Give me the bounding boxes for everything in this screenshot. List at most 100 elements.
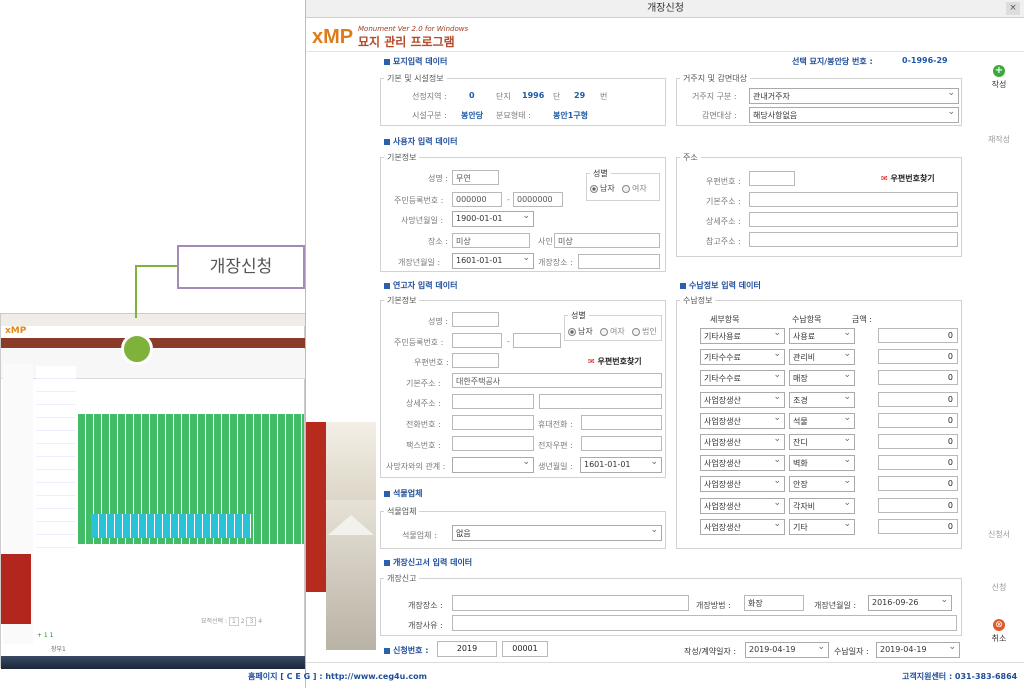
callout-line-v — [135, 266, 137, 318]
bg-count: + 1 1 — [37, 632, 54, 639]
close-button[interactable]: × — [1006, 2, 1020, 15]
payment-detail-select[interactable]: 사업장생산 — [700, 497, 785, 514]
reduction-select[interactable]: 해당사항없음 — [749, 107, 959, 123]
cancel-button[interactable]: ⊗ 취소 — [982, 619, 1016, 644]
app-no-year-input[interactable]: 2019 — [437, 641, 497, 657]
payment-item-select[interactable]: 사용료 — [789, 328, 855, 344]
user-zip-button[interactable]: ✉ 우편번호찾기 — [881, 173, 935, 184]
relation-gender-female[interactable]: 여자 — [600, 326, 625, 337]
payment-item-select[interactable]: 잔디 — [789, 434, 855, 450]
bg-tab[interactable]: 장부1 — [51, 644, 66, 653]
relation-rrn1-input[interactable] — [452, 333, 502, 348]
report-reason-input[interactable] — [452, 615, 957, 631]
bg-taskbar — [1, 656, 306, 669]
relation-rrn2-input[interactable] — [513, 333, 561, 348]
user-death-label: 사망년월일 : — [401, 216, 444, 225]
relation-detail2-input[interactable] — [539, 394, 662, 409]
receipt-date-picker[interactable]: 2019-04-19 — [876, 642, 960, 658]
user-rrn2-input[interactable]: 0000000 — [513, 192, 563, 207]
bg-page-2[interactable]: 2 — [241, 618, 245, 625]
relation-phone-input[interactable] — [452, 415, 534, 430]
bg-page-1[interactable]: 1 — [228, 617, 239, 626]
report-place-input[interactable] — [452, 595, 689, 611]
relation-birth-date[interactable]: 1601-01-01 — [580, 457, 662, 473]
relation-gender-corp[interactable]: 법인 — [632, 326, 657, 337]
payment-item-select[interactable]: 매장 — [789, 370, 855, 387]
relation-email-input[interactable] — [581, 436, 662, 451]
user-name-input[interactable]: 무연 — [452, 170, 499, 185]
rewrite-button[interactable]: 재작성 — [982, 134, 1016, 145]
relation-detail-input[interactable] — [452, 394, 534, 409]
stone-company-select[interactable]: 없음 — [452, 525, 662, 541]
payment-detail-select[interactable]: 기타수수료 — [700, 349, 785, 366]
relation-addr-input[interactable]: 대한주택공사 — [452, 373, 662, 388]
user-cause-input[interactable]: 미상 — [554, 233, 660, 248]
bg-tree — [36, 366, 76, 551]
radio-icon — [590, 184, 598, 193]
write-button[interactable]: + 작성 — [982, 65, 1016, 90]
user-rrn1-input[interactable]: 000000 — [452, 192, 502, 207]
app-no-seq-input[interactable]: 00001 — [502, 641, 548, 657]
relation-rrn-label: 주민등록번호 : — [394, 338, 444, 347]
payment-amount-input[interactable]: 0 — [878, 412, 958, 428]
payment-amount-input[interactable]: 0 — [878, 497, 958, 513]
relation-relation-select[interactable] — [452, 457, 534, 473]
bg-page-3[interactable]: 3 — [246, 617, 257, 626]
bg-left-redstrip — [1, 554, 31, 624]
payment-detail-select[interactable]: 사업장생산 — [700, 434, 785, 450]
contract-date-picker[interactable]: 2019-04-19 — [745, 642, 829, 658]
relation-fax-input[interactable] — [452, 436, 534, 451]
relation-male-label: 남자 — [578, 327, 593, 336]
payment-amount-input[interactable]: 0 — [878, 328, 958, 343]
user-gender-title: 성별 — [590, 168, 611, 179]
payment-detail-select[interactable]: 사업장생산 — [700, 518, 785, 535]
user-burial-input[interactable]: 미상 — [452, 233, 530, 248]
residence-select[interactable]: 관내거주자 — [749, 88, 959, 104]
payment-detail-select[interactable]: 사업장생산 — [700, 476, 785, 493]
payment-item-select[interactable]: 벽화 — [789, 455, 855, 472]
relation-gender-male[interactable]: 남자 — [568, 326, 593, 337]
relation-mobile-input[interactable] — [581, 415, 662, 430]
apply-button[interactable]: 신청 — [982, 582, 1016, 593]
payment-amount-input[interactable]: 0 — [878, 391, 958, 407]
payment-detail-select[interactable]: 사업장생산 — [700, 391, 785, 408]
user-ref-input[interactable] — [749, 232, 958, 247]
user-open-date[interactable]: 1601-01-01 — [452, 253, 534, 269]
payment-amount-input[interactable]: 0 — [878, 349, 958, 365]
payment-detail-select[interactable]: 기타사용료 — [700, 328, 785, 344]
payment-detail-select[interactable]: 기타수수료 — [700, 370, 785, 387]
user-addr-label: 기본주소 : — [706, 197, 741, 206]
dialog-titlebar: 개장신청 — [306, 0, 1024, 18]
payment-amount-input[interactable]: 0 — [878, 370, 958, 386]
payment-item-select[interactable]: 안장 — [789, 476, 855, 493]
apply-doc-button[interactable]: 신청서 — [982, 529, 1016, 540]
payment-detail-select[interactable]: 사업장생산 — [700, 455, 785, 472]
male-label: 남자 — [600, 184, 615, 193]
user-detail-input[interactable] — [749, 212, 958, 227]
payment-item-select[interactable]: 조경 — [789, 391, 855, 408]
report-method-input[interactable]: 화장 — [744, 595, 804, 611]
payment-item-select[interactable]: 기타 — [789, 518, 855, 535]
payment-amount-input[interactable]: 0 — [878, 476, 958, 492]
relation-zip-button[interactable]: ✉ 우편번호찾기 — [588, 356, 642, 367]
relation-zip-input[interactable] — [452, 353, 499, 368]
payment-amount-input[interactable]: 0 — [878, 434, 958, 449]
payment-amount-input[interactable]: 0 — [878, 518, 958, 534]
payment-item-select[interactable]: 각자비 — [789, 497, 855, 514]
user-open-place-input[interactable] — [578, 254, 660, 269]
payment-item-select[interactable]: 석물 — [789, 412, 855, 429]
relation-name-input[interactable] — [452, 312, 499, 327]
user-gender-male[interactable]: 남자 — [590, 183, 615, 194]
homepage-link[interactable]: 홈페이지 [ C E G ] : http://www.ceg4u.com — [248, 671, 427, 682]
user-death-date[interactable]: 1900-01-01 — [452, 211, 534, 227]
user-zip-input[interactable] — [749, 171, 795, 186]
payment-item-select[interactable]: 관리비 — [789, 349, 855, 366]
user-gender-female[interactable]: 여자 — [622, 183, 647, 194]
basic-facility-title: 기본 및 시설정보 — [384, 73, 447, 84]
payment-amount-input[interactable]: 0 — [878, 455, 958, 471]
bg-page-4[interactable]: 4 — [258, 618, 262, 625]
report-date-picker[interactable]: 2016-09-26 — [868, 595, 952, 611]
envelope-icon: ✉ — [881, 174, 888, 183]
user-addr-input[interactable] — [749, 192, 958, 207]
payment-detail-select[interactable]: 사업장생산 — [700, 412, 785, 429]
